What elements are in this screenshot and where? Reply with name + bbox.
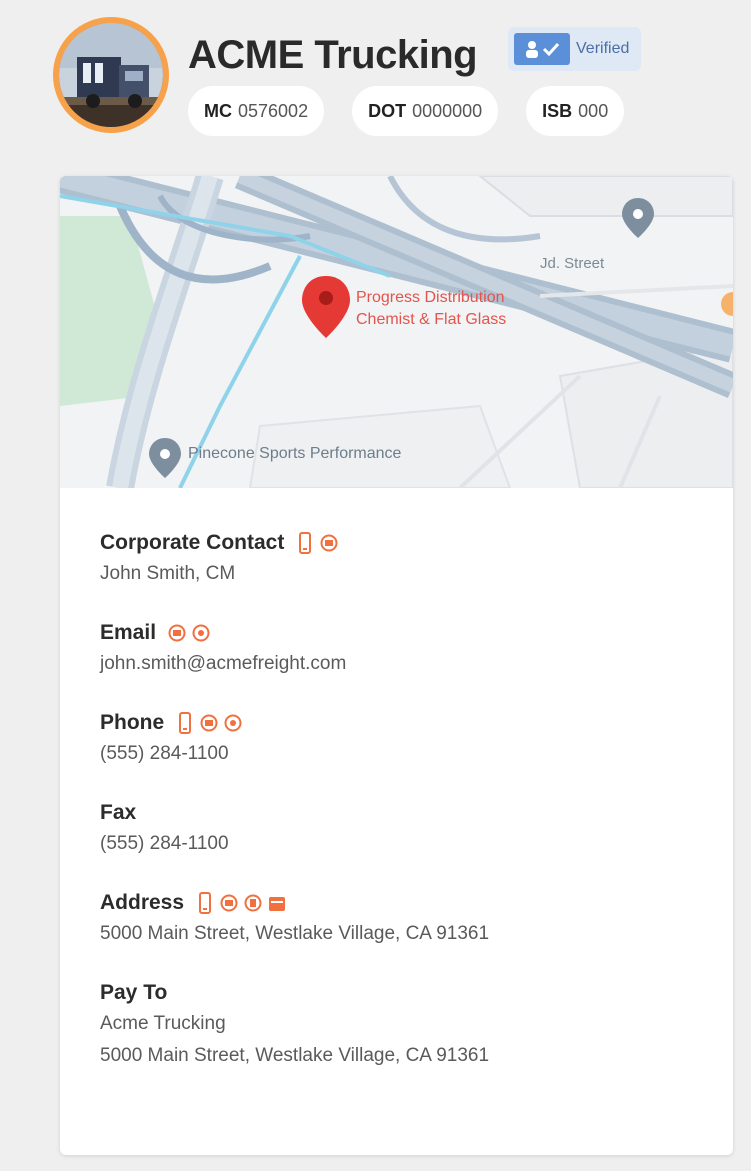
phone-icon[interactable]	[296, 532, 314, 554]
email-value[interactable]: john.smith@acmefreight.com	[100, 648, 700, 680]
street-label: Jd. Street	[540, 255, 605, 272]
mobile-icon[interactable]	[176, 712, 194, 734]
send-email-icon[interactable]	[168, 622, 186, 644]
map-icon[interactable]	[244, 892, 262, 914]
location-map[interactable]: Progress Distribution Chemist & Flat Gla…	[60, 176, 733, 488]
message-icon[interactable]	[200, 712, 218, 734]
email-icon[interactable]	[320, 532, 338, 554]
email-field: Email john.smith@acmefreight.com	[100, 618, 700, 680]
mc-label: MC	[204, 100, 232, 121]
isb-label: ISB	[542, 100, 573, 121]
directions-icon[interactable]	[220, 892, 238, 914]
verified-badge: Verified	[508, 27, 642, 71]
company-avatar	[53, 17, 169, 133]
address-label: Address	[100, 891, 185, 914]
corporate-contact-label: Corporate Contact	[100, 531, 285, 554]
phone-field: Phone (555) 284-1100	[100, 708, 700, 770]
phone-label: Phone	[100, 711, 165, 734]
pin-label-line2: Chemist & Flat Glass	[356, 311, 506, 328]
company-details-card: Progress Distribution Chemist & Flat Gla…	[60, 176, 733, 1155]
verified-label: Verified	[576, 40, 630, 57]
fax-field: Fax (555) 284-1100	[100, 798, 700, 860]
contact-details: Corporate Contact John Smith, CM Email j…	[100, 528, 700, 1100]
poi-label: Pinecone Sports Performance	[188, 445, 402, 462]
company-name: ACME Trucking	[188, 33, 478, 77]
address-value[interactable]: 5000 Main Street, Westlake Village, CA 9…	[100, 918, 700, 950]
fax-value: (555) 284-1100	[100, 833, 229, 854]
copy-icon[interactable]	[192, 622, 210, 644]
verified-user-icon	[514, 33, 570, 65]
fax-label: Fax	[100, 801, 137, 824]
pay-to-address: 5000 Main Street, Westlake Village, CA 9…	[100, 1045, 490, 1066]
pay-to-name: Acme Trucking	[100, 1013, 226, 1034]
copy-icon[interactable]	[224, 712, 242, 734]
email-label: Email	[100, 621, 157, 644]
pay-to-label: Pay To	[100, 981, 168, 1004]
mobile-icon[interactable]	[196, 892, 214, 914]
pin-label-line1: Progress Distribution	[356, 289, 505, 306]
calendar-icon[interactable]	[268, 892, 286, 914]
mc-number-pill[interactable]: MC 0576002	[188, 86, 325, 136]
dot-number-pill[interactable]: DOT 0000000	[352, 86, 499, 136]
corporate-contact-value: John Smith, CM	[100, 563, 236, 584]
id-pills: MC 0576002 DOT 0000000 ISB 000	[188, 86, 625, 136]
dot-label: DOT	[368, 100, 407, 121]
mc-value: 0576002	[238, 100, 309, 121]
isb-value: 000	[578, 100, 609, 121]
pay-to-field: Pay To Acme Trucking 5000 Main Street, W…	[100, 978, 700, 1072]
truck-photo	[59, 23, 163, 127]
dot-value: 0000000	[412, 100, 483, 121]
corporate-contact-field: Corporate Contact John Smith, CM	[100, 528, 700, 590]
company-header: ACME Trucking Verified MC 0576002 DOT 00…	[0, 0, 751, 160]
isb-number-pill[interactable]: ISB 000	[526, 86, 625, 136]
phone-value[interactable]: (555) 284-1100	[100, 738, 700, 770]
address-field: Address 5000 Main Street, Westlake Villa…	[100, 888, 700, 950]
